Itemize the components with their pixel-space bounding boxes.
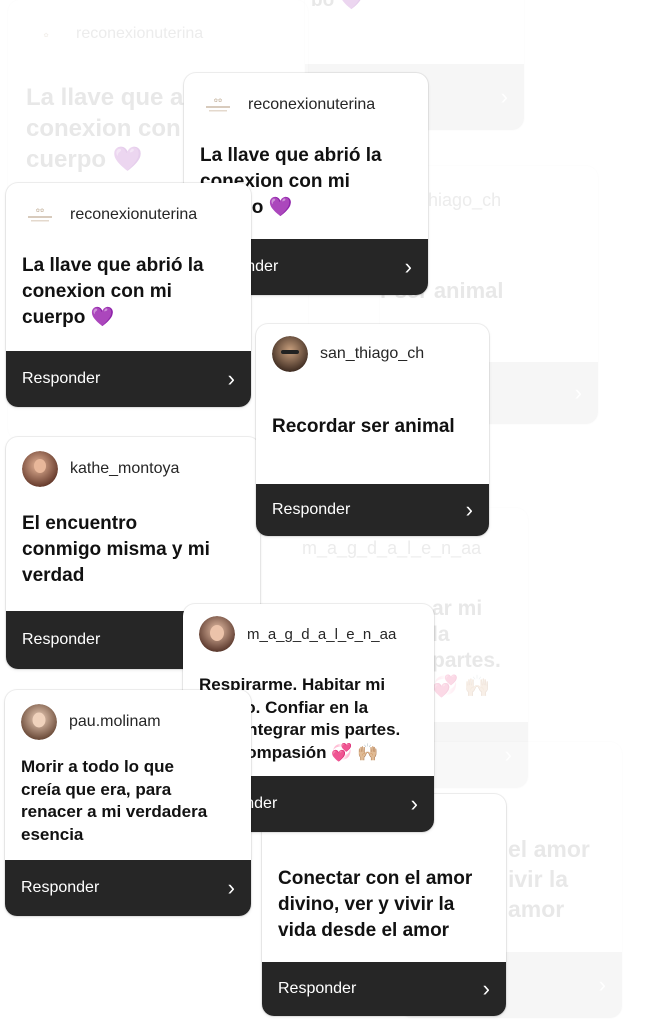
chevron-right-icon: ›	[410, 791, 418, 816]
card-header: ✿✿ reconexionuterina	[22, 197, 197, 233]
question-text: ar mi la partes. 💞 🙌🏼	[432, 597, 501, 698]
card-header: ✿✿ reconexionuterina	[200, 87, 375, 123]
reply-label: Responder	[278, 980, 357, 997]
avatar	[199, 616, 235, 652]
username: pau.molinam	[69, 713, 161, 730]
chevron-right-icon: ›	[574, 380, 582, 405]
chevron-right-icon: ›	[227, 366, 235, 391]
reply-button[interactable]: Responder ›	[256, 484, 489, 536]
reply-button[interactable]: Responder ›	[5, 860, 251, 916]
reply-label: Responder	[21, 879, 100, 896]
card-header: pau.molinam	[21, 704, 161, 740]
username: reconexionuterina	[248, 96, 376, 113]
question-text: Recordar ser animal	[272, 416, 455, 437]
ghost-card-header: m_a_g_d_a_l_e_n_aa	[262, 538, 481, 559]
card-header: kathe_montoya	[22, 451, 179, 487]
reply-button[interactable]: Responder ›	[262, 962, 506, 1016]
username: m_a_g_d_a_l_e_n_aa	[247, 625, 397, 643]
question-text: La llave que abrió la conexion con mi cu…	[22, 255, 204, 328]
question-text: Conectar con el amor divino, ver y vivir…	[278, 868, 473, 941]
chevron-right-icon: ›	[482, 976, 490, 1001]
chevron-right-icon: ›	[500, 84, 508, 109]
username: reconexionuterina	[70, 206, 198, 223]
chevron-right-icon: ›	[465, 497, 473, 522]
reconexion-logo-icon: ✿	[28, 16, 64, 52]
avatar	[22, 451, 58, 487]
username: m_a_g_d_a_l_e_n_aa	[302, 538, 482, 558]
card-header: san_thiago_ch	[272, 336, 424, 372]
reconexion-logo-icon: ✿✿	[22, 197, 58, 233]
chevron-right-icon: ›	[227, 875, 235, 900]
question-card-pau: pau.molinam Morir a todo lo que creía qu…	[5, 690, 251, 916]
username: san_thiago_ch	[320, 345, 425, 362]
reconexion-logo-icon: ✿✿	[200, 87, 236, 123]
question-card-reconexion: ✿✿ reconexionuterina La llave que abrió …	[6, 183, 251, 407]
card-header: m_a_g_d_a_l_e_n_aa	[199, 616, 396, 652]
reply-label: Responder	[22, 370, 101, 387]
reply-label: Responder	[272, 501, 351, 518]
username: reconexionuterina	[76, 25, 204, 42]
question-text: el amor ivir la amor	[508, 836, 590, 922]
username: kathe_montoya	[70, 460, 180, 477]
reply-button[interactable]: Responder ›	[6, 351, 251, 407]
question-text: Morir a todo lo que creía que era, para …	[21, 757, 208, 844]
reply-label: Responder	[22, 631, 101, 648]
chevron-right-icon: ›	[598, 972, 606, 997]
svg-text:✿✿: ✿✿	[36, 208, 44, 214]
question-card-thiago: san_thiago_ch Recordar ser animal Respon…	[256, 324, 489, 536]
question-text: El encuentro conmigo misma y mi verdad	[22, 513, 210, 586]
ghost-question-text: bo 💜	[311, 0, 364, 11]
screenshot: { "respond_label": "Responder", "colors"…	[0, 0, 645, 1024]
ghost-card-header: ✿ reconexionuterina	[28, 16, 203, 52]
svg-text:✿: ✿	[43, 32, 48, 39]
svg-text:✿✿: ✿✿	[214, 98, 222, 104]
avatar	[21, 704, 57, 740]
chevron-right-icon: ›	[404, 254, 412, 279]
avatar	[272, 336, 308, 372]
